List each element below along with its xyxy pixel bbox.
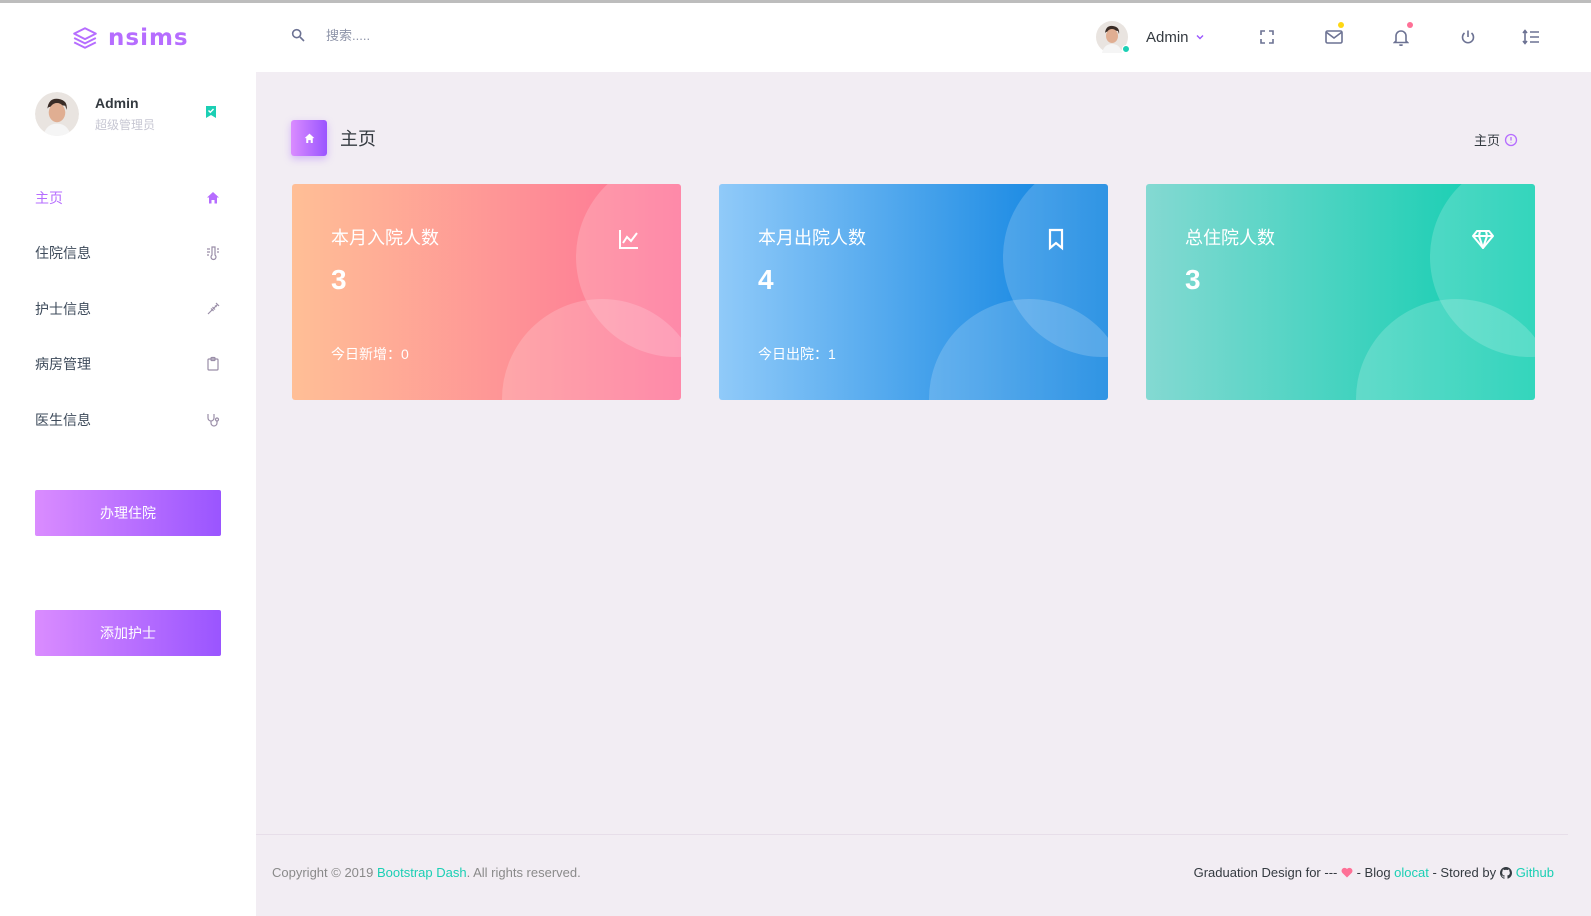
profile-role: 超级管理员 bbox=[95, 118, 156, 132]
card-title: 总住院人数 bbox=[1185, 228, 1275, 248]
page-footer: Copyright © 2019 Bootstrap Dash. All rig… bbox=[256, 834, 1568, 916]
home-icon bbox=[207, 191, 219, 204]
search-icon bbox=[291, 28, 305, 42]
page-title: 主页 bbox=[340, 129, 376, 149]
brand-logo[interactable]: nsims bbox=[72, 25, 189, 51]
page-header: 主页 bbox=[291, 120, 376, 156]
footer-credits: Graduation Design for --- - Blog olocat … bbox=[1194, 865, 1554, 880]
breadcrumb[interactable]: 主页 bbox=[1474, 130, 1518, 149]
top-navbar: nsims Admin bbox=[0, 3, 1568, 72]
thermometer-icon bbox=[207, 246, 219, 261]
avatar bbox=[1096, 21, 1130, 53]
card-decoration bbox=[1356, 299, 1535, 400]
github-icon bbox=[1499, 866, 1512, 879]
add-nurse-button[interactable]: 添加护士 bbox=[35, 610, 221, 656]
brand-name: nsims bbox=[108, 25, 189, 51]
sidebar-profile[interactable]: Admin 超级管理员 bbox=[35, 92, 155, 136]
breadcrumb-item: 主页 bbox=[1473, 133, 1500, 148]
card-title: 本月出院人数 bbox=[758, 228, 866, 248]
bell-icon bbox=[1393, 30, 1409, 46]
notifications-indicator bbox=[1407, 22, 1413, 28]
copyright-suffix: . All rights reserved. bbox=[466, 865, 581, 880]
blog-link[interactable]: olocat bbox=[1394, 865, 1429, 880]
sidebar: Admin 超级管理员 主页 住院信息 护士信息 病房管理 医生信息 办理住院 … bbox=[0, 72, 256, 916]
header-user-name: Admin bbox=[1146, 28, 1189, 46]
heart-icon bbox=[1341, 867, 1353, 878]
user-dropdown[interactable]: Admin bbox=[1096, 21, 1205, 53]
mail-icon bbox=[1325, 30, 1343, 44]
search-input[interactable] bbox=[326, 27, 486, 43]
stored-text: - Stored by bbox=[1428, 865, 1500, 880]
scrollbar-track[interactable] bbox=[1568, 72, 1591, 916]
sidebar-item-nurse-info[interactable]: 护士信息 bbox=[35, 281, 221, 337]
sidebar-item-home[interactable]: 主页 bbox=[35, 170, 221, 226]
messages-indicator bbox=[1338, 22, 1344, 28]
bookmark-icon bbox=[1048, 228, 1064, 251]
notifications-button[interactable] bbox=[1391, 22, 1413, 47]
bootstrap-dash-link[interactable]: Bootstrap Dash bbox=[377, 865, 467, 880]
main-content: 主页 主页 本月入院人数 3 今日新增：0 本月出院人数 4 今日出院：1 总住… bbox=[256, 72, 1568, 916]
logout-button[interactable] bbox=[1458, 27, 1478, 47]
stat-card-monthly-admissions: 本月入院人数 3 今日新增：0 bbox=[292, 184, 681, 400]
stat-card-monthly-discharges: 本月出院人数 4 今日出院：1 bbox=[719, 184, 1108, 400]
sidebar-item-label: 病房管理 bbox=[35, 356, 91, 373]
card-value: 3 bbox=[331, 264, 347, 295]
card-title: 本月入院人数 bbox=[331, 228, 439, 248]
admit-patient-button[interactable]: 办理住院 bbox=[35, 490, 221, 536]
fullscreen-icon bbox=[1260, 30, 1274, 44]
github-link[interactable]: Github bbox=[1516, 865, 1554, 880]
clipboard-icon bbox=[207, 357, 219, 371]
chevron-down-icon bbox=[1196, 35, 1204, 40]
fullscreen-button[interactable] bbox=[1257, 27, 1277, 47]
messages-button[interactable] bbox=[1324, 22, 1344, 47]
profile-name: Admin bbox=[95, 95, 139, 111]
layers-icon bbox=[73, 27, 97, 49]
sidebar-menu: 主页 住院信息 护士信息 病房管理 医生信息 bbox=[35, 170, 221, 448]
blog-text: - Blog bbox=[1352, 865, 1395, 880]
sidebar-item-label: 医生信息 bbox=[35, 411, 91, 428]
info-circle-icon bbox=[1504, 133, 1518, 146]
stat-card-total-inpatients: 总住院人数 3 bbox=[1146, 184, 1535, 400]
search-bar bbox=[290, 27, 486, 43]
page-header-icon bbox=[291, 120, 327, 156]
format-line-spacing-icon bbox=[1522, 29, 1539, 45]
design-text: Graduation Design for --- bbox=[1193, 865, 1341, 880]
chart-line-icon bbox=[619, 230, 638, 249]
power-icon bbox=[1461, 30, 1475, 44]
sidebar-item-ward-management[interactable]: 病房管理 bbox=[35, 337, 221, 393]
stethoscope-icon bbox=[207, 413, 220, 427]
card-decoration bbox=[502, 299, 681, 400]
sidebar-item-admission-info[interactable]: 住院信息 bbox=[35, 226, 221, 282]
sidebar-item-label: 住院信息 bbox=[35, 245, 91, 262]
online-status-dot bbox=[1122, 45, 1130, 53]
avatar bbox=[35, 92, 79, 136]
copyright-text: Copyright © 2019 bbox=[272, 865, 377, 880]
bookmark-check-icon bbox=[206, 106, 216, 118]
sidebar-item-label: 主页 bbox=[35, 189, 63, 206]
home-icon bbox=[304, 133, 314, 143]
settings-panel-toggle[interactable] bbox=[1521, 27, 1541, 47]
card-footer: 今日出院：1 bbox=[758, 346, 836, 362]
card-footer: 今日新增：0 bbox=[331, 346, 409, 362]
footer-copyright: Copyright © 2019 Bootstrap Dash. All rig… bbox=[272, 865, 581, 880]
sidebar-item-label: 护士信息 bbox=[35, 300, 91, 317]
card-value: 3 bbox=[1185, 264, 1201, 295]
sidebar-item-doctor-info[interactable]: 医生信息 bbox=[35, 392, 221, 448]
card-value: 4 bbox=[758, 264, 774, 295]
diamond-icon bbox=[1472, 230, 1494, 249]
syringe-icon bbox=[207, 302, 220, 315]
card-decoration bbox=[929, 299, 1108, 400]
